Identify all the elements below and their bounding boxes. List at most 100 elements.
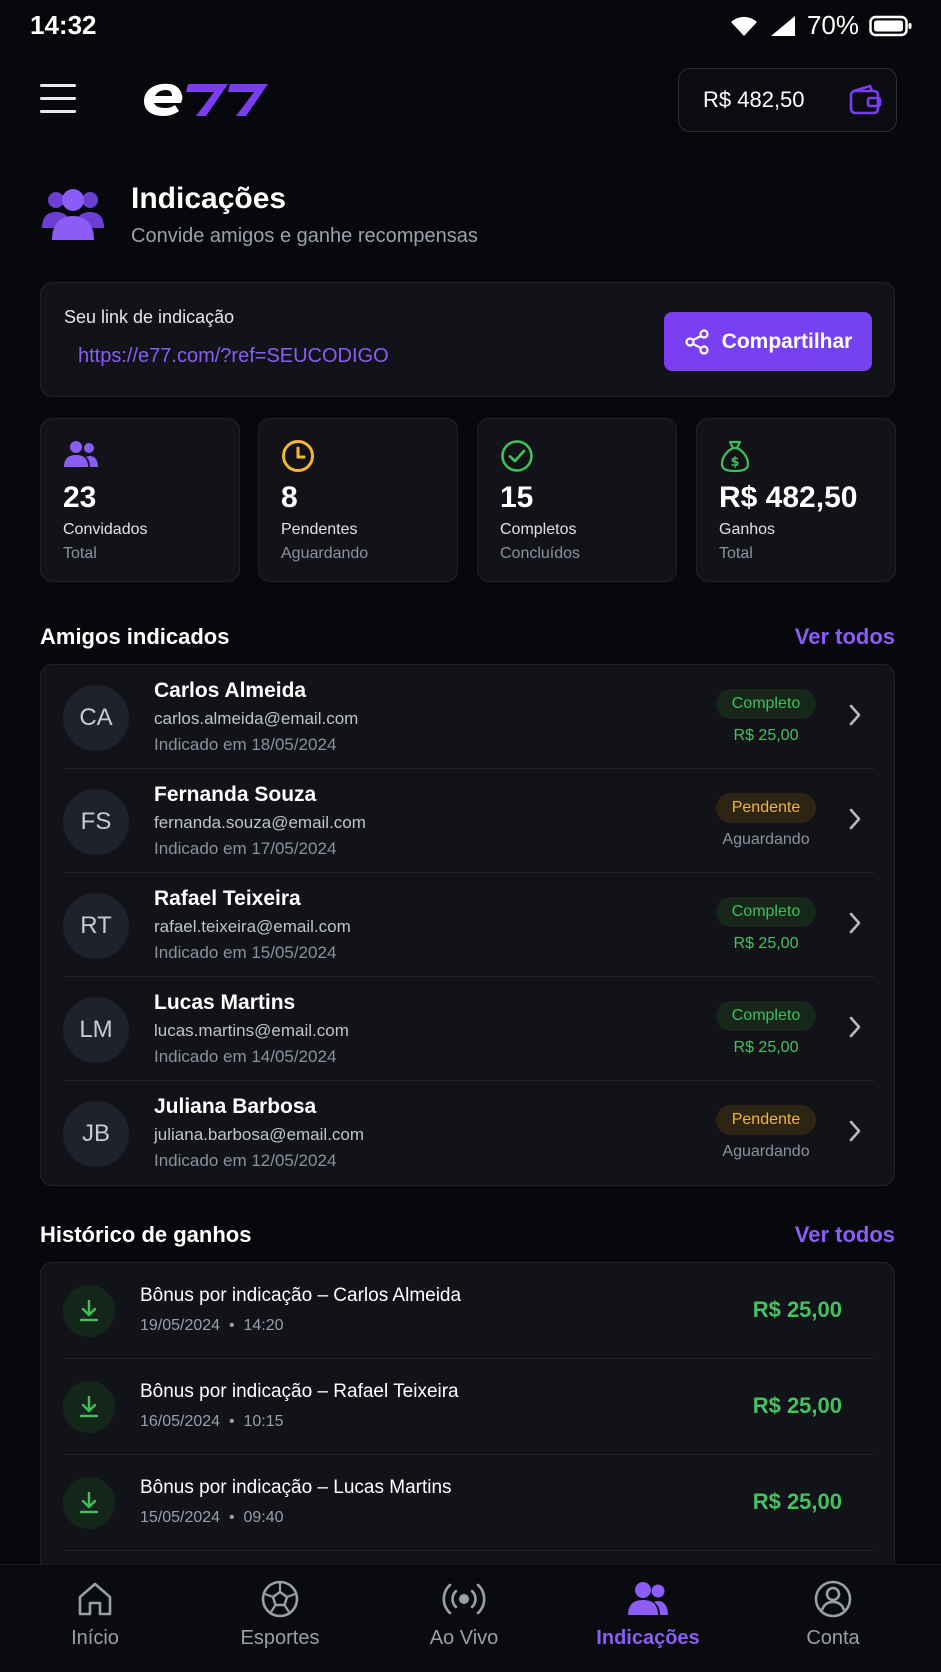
chevron-right-icon	[849, 912, 861, 934]
friend-name: Rafael Teixeira	[154, 887, 301, 910]
nav-label: Início	[71, 1627, 119, 1649]
bottom-navigation: Início Esportes Ao Vivo Indicações Conta	[0, 1564, 941, 1672]
friends-list: CA Carlos Almeida carlos.almeida@email.c…	[40, 664, 895, 1186]
chevron-right-icon	[849, 1016, 861, 1038]
ball-icon	[261, 1580, 299, 1618]
earning-datetime: 19/05/2024 • 14:20	[140, 1317, 284, 1334]
nav-item-sports[interactable]: Esportes	[205, 1579, 355, 1650]
earning-amount: R$ 25,00	[752, 1297, 842, 1322]
earning-amount: R$ 25,00	[752, 1489, 842, 1514]
download-icon	[63, 1285, 115, 1337]
friend-row[interactable]: FS Fernanda Souza fernanda.souza@email.c…	[41, 769, 896, 873]
menu-button[interactable]	[40, 84, 76, 114]
status-badge: Completo	[716, 1001, 816, 1031]
referral-users-icon	[42, 189, 104, 240]
page-subtitle: Convide amigos e ganhe recompensas	[131, 225, 478, 247]
nav-item-referrals[interactable]: Indicações	[573, 1579, 723, 1650]
earning-amount: R$ 25,00	[752, 1393, 842, 1418]
nav-label: Esportes	[240, 1627, 320, 1649]
friend-date: Indicado em 15/05/2024	[154, 943, 337, 962]
friend-email: juliana.barbosa@email.com	[154, 1125, 365, 1144]
avatar: JB	[63, 1101, 129, 1167]
earnings-view-all-link[interactable]: Ver todos	[795, 1222, 895, 1248]
home-icon	[78, 1582, 112, 1616]
stat-completed-label: Completos	[500, 521, 577, 538]
friend-row[interactable]: JB Juliana Barbosa juliana.barbosa@email…	[41, 1081, 896, 1185]
referral-link-url[interactable]: https://e77.com/?ref=SEUCODIGO	[78, 345, 389, 368]
download-icon	[63, 1477, 115, 1529]
nav-item-account[interactable]: Conta	[758, 1579, 908, 1650]
stat-invited-label: Convidados	[63, 521, 148, 538]
chevron-right-icon	[849, 808, 861, 830]
stat-card-invited: 23 Convidados Total	[40, 418, 240, 582]
status-badge: Completo	[716, 897, 816, 927]
friend-name: Juliana Barbosa	[154, 1095, 317, 1118]
status-icons: 70%	[729, 10, 913, 41]
friend-status-detail: Aguardando	[722, 1143, 810, 1160]
earning-row[interactable]: Bônus por indicação – Lucas Martins 15/0…	[41, 1455, 894, 1551]
battery-icon	[869, 15, 912, 36]
status-bar: 14:32 70%	[0, 0, 941, 52]
friend-row[interactable]: CA Carlos Almeida carlos.almeida@email.c…	[41, 665, 896, 769]
avatar: RT	[63, 893, 129, 959]
friend-status-detail: Aguardando	[722, 831, 810, 848]
app-header: R$ 482,50	[0, 62, 941, 136]
balance-display[interactable]: R$ 482,50	[678, 68, 897, 132]
avatar: FS	[63, 789, 129, 855]
earning-title: Bônus por indicação – Carlos Almeida	[140, 1285, 462, 1306]
stat-invited-sublabel: Total	[63, 545, 97, 562]
nav-label: Indicações	[596, 1627, 700, 1649]
signal-icon	[770, 15, 795, 36]
svg-text:$: $	[730, 455, 739, 470]
earning-datetime: 16/05/2024 • 10:15	[140, 1413, 284, 1430]
friend-reward: R$ 25,00	[733, 1039, 799, 1056]
friend-reward: R$ 25,00	[733, 935, 799, 952]
users-icon	[628, 1582, 668, 1615]
stat-completed-sublabel: Concluídos	[500, 545, 581, 562]
friends-view-all-link[interactable]: Ver todos	[795, 624, 895, 650]
earning-title: Bônus por indicação – Rafael Teixeira	[140, 1381, 459, 1402]
stat-pending-label: Pendentes	[281, 521, 358, 538]
friend-email: rafael.teixeira@email.com	[154, 917, 351, 936]
share-button-label: Compartilhar	[721, 329, 853, 353]
earnings-section-title: Histórico de ganhos	[40, 1222, 252, 1247]
status-badge: Pendente	[716, 1105, 816, 1135]
friend-row[interactable]: RT Rafael Teixeira rafael.teixeira@email…	[41, 873, 896, 977]
stat-card-pending: 8 Pendentes Aguardando	[258, 418, 458, 582]
stat-pending-sublabel: Aguardando	[281, 545, 369, 562]
nav-label: Conta	[806, 1627, 860, 1649]
stat-card-completed: 15 Completos Concluídos	[477, 418, 677, 582]
friend-email: carlos.almeida@email.com	[154, 709, 359, 728]
clock-icon	[282, 440, 314, 472]
friend-date: Indicado em 12/05/2024	[154, 1151, 337, 1170]
nav-item-home[interactable]: Início	[20, 1579, 170, 1650]
friend-date: Indicado em 14/05/2024	[154, 1047, 337, 1066]
status-time: 14:32	[30, 10, 97, 40]
earning-row[interactable]: Bônus por indicação – Carlos Almeida 19/…	[41, 1263, 894, 1359]
earning-row[interactable]: Bônus por indicação – Rafael Teixeira 16…	[41, 1359, 894, 1455]
friends-section-title: Amigos indicados	[40, 624, 230, 649]
friend-row[interactable]: LM Lucas Martins lucas.martins@email.com…	[41, 977, 896, 1081]
share-button[interactable]: Compartilhar	[664, 312, 872, 371]
stat-earnings-sublabel: Total	[719, 545, 753, 562]
stat-card-earnings: $ R$ 482,50 Ganhos Total	[696, 418, 896, 582]
referral-link-label: Seu link de indicação	[64, 307, 235, 327]
friend-name: Carlos Almeida	[154, 679, 307, 702]
friend-email: lucas.martins@email.com	[154, 1021, 349, 1040]
status-badge: Pendente	[716, 793, 816, 823]
share-icon	[685, 328, 709, 355]
battery-percent: 70%	[806, 10, 859, 40]
friend-name: Fernanda Souza	[154, 783, 317, 806]
friend-name: Lucas Martins	[154, 991, 296, 1014]
check-circle-icon	[501, 440, 533, 472]
friend-date: Indicado em 18/05/2024	[154, 735, 337, 754]
friend-email: fernanda.souza@email.com	[154, 813, 366, 832]
status-badge: Completo	[716, 689, 816, 719]
nav-label: Ao Vivo	[429, 1627, 499, 1649]
broadcast-icon	[442, 1583, 486, 1615]
stat-completed-value: 15	[500, 481, 534, 514]
wallet-icon	[849, 84, 882, 115]
stat-pending-value: 8	[281, 481, 298, 514]
balance-value: R$ 482,50	[703, 87, 805, 112]
nav-item-live[interactable]: Ao Vivo	[389, 1579, 539, 1650]
